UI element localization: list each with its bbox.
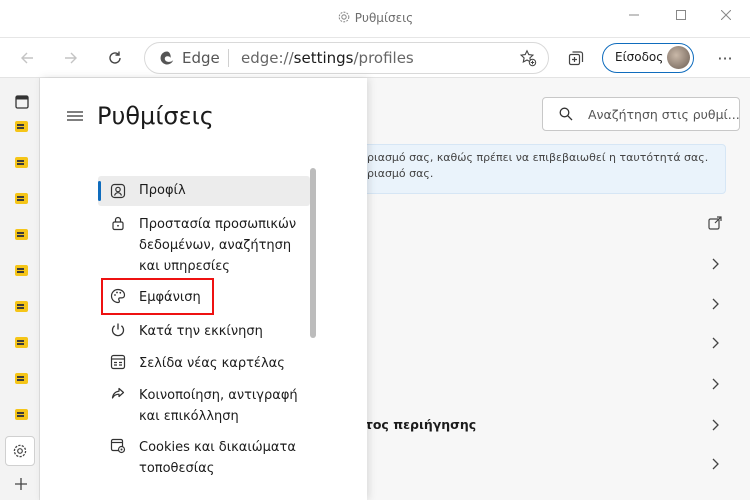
menu-item-label: Cookies και δικαιώματα τοποθεσίας bbox=[139, 440, 296, 476]
chevron-right-icon[interactable] bbox=[708, 457, 722, 471]
add-icon[interactable] bbox=[14, 477, 28, 491]
app-icon[interactable] bbox=[15, 373, 28, 384]
power-icon bbox=[111, 323, 125, 337]
menu-scrollbar[interactable] bbox=[310, 168, 316, 338]
address-bar[interactable]: Edge edge://settings/profiles bbox=[144, 42, 549, 74]
menu-item-label: Κοινοποίηση, αντιγραφή και επικόλληση bbox=[139, 388, 298, 424]
signin-button[interactable]: Είσοδος bbox=[602, 43, 694, 73]
page-title: Ρυθμίσεις bbox=[97, 102, 214, 130]
url-prefix: edge:// bbox=[241, 49, 294, 67]
sidebar-strip bbox=[0, 78, 40, 500]
selected-indicator bbox=[98, 181, 101, 201]
menu-item-share-copy-paste[interactable]: Κοινοποίηση, αντιγραφή και επικόλληση bbox=[98, 382, 310, 428]
refresh-icon bbox=[109, 51, 121, 64]
close-icon bbox=[721, 10, 731, 20]
signin-label: Είσοδος bbox=[615, 50, 664, 64]
menu-item-profile[interactable]: Προφίλ bbox=[98, 176, 310, 206]
chevron-right-icon[interactable] bbox=[708, 377, 722, 391]
back-button[interactable] bbox=[12, 43, 42, 73]
address-divider bbox=[228, 49, 229, 67]
address-brand: Edge bbox=[182, 49, 220, 67]
lock-icon bbox=[112, 216, 124, 231]
tab-actions-icon[interactable] bbox=[15, 95, 29, 109]
cookies-icon bbox=[110, 438, 126, 454]
refresh-button[interactable] bbox=[100, 43, 130, 73]
settings-search-input[interactable]: Αναζήτηση στις ρυθμί... bbox=[542, 97, 740, 131]
external-link-icon[interactable] bbox=[708, 216, 722, 230]
app-icon[interactable] bbox=[15, 409, 28, 420]
menu-item-new-tab-page[interactable]: Σελίδα νέας καρτέλας bbox=[98, 350, 310, 376]
address-url: edge://settings/profiles bbox=[241, 49, 414, 67]
browser-toolbar: Edge edge://settings/profiles Είσοδος ··… bbox=[0, 38, 750, 78]
sidebar-settings-button[interactable] bbox=[5, 436, 35, 466]
add-favorite-icon[interactable] bbox=[519, 49, 537, 67]
app-icon[interactable] bbox=[15, 301, 28, 312]
close-button[interactable] bbox=[712, 4, 740, 26]
menu-item-cookies[interactable]: Cookies και δικαιώματα τοποθεσίας bbox=[98, 434, 310, 480]
app-icon[interactable] bbox=[15, 121, 28, 132]
section-heading: ιτος περιήγησης bbox=[360, 417, 477, 432]
chevron-right-icon[interactable] bbox=[708, 257, 722, 271]
app-icon[interactable] bbox=[15, 229, 28, 240]
search-placeholder: Αναζήτηση στις ρυθμί... bbox=[588, 107, 740, 122]
maximize-button[interactable] bbox=[667, 4, 695, 26]
menu-item-label: Σελίδα νέας καρτέλας bbox=[139, 356, 285, 371]
maximize-icon bbox=[676, 10, 686, 20]
menu-item-startup[interactable]: Κατά την εκκίνηση bbox=[98, 318, 310, 344]
highlight-box bbox=[101, 278, 214, 315]
chevron-right-icon[interactable] bbox=[708, 418, 722, 432]
chevron-right-icon[interactable] bbox=[708, 336, 722, 350]
minimize-button[interactable] bbox=[620, 4, 648, 26]
new-tab-page-icon bbox=[110, 354, 126, 370]
forward-arrow-icon bbox=[65, 52, 77, 64]
avatar bbox=[667, 46, 690, 69]
collections-icon bbox=[568, 51, 584, 66]
minimize-icon bbox=[629, 14, 639, 16]
app-icon[interactable] bbox=[15, 265, 28, 276]
menu-item-label: Προφίλ bbox=[139, 183, 186, 198]
gear-icon bbox=[338, 11, 350, 23]
url-main: settings bbox=[293, 49, 354, 67]
hamburger-menu-icon[interactable] bbox=[67, 111, 83, 121]
menu-item-label: Κατά την εκκίνηση bbox=[139, 324, 263, 339]
title-bar: Ρυθμίσεις bbox=[0, 0, 750, 38]
search-icon bbox=[559, 107, 573, 121]
more-icon: ··· bbox=[717, 48, 733, 68]
profile-icon bbox=[110, 183, 126, 199]
window-title-text: Ρυθμίσεις bbox=[354, 11, 414, 25]
info-banner: ριασμό σας, καθώς πρέπει να επιβεβαιωθεί… bbox=[358, 144, 726, 194]
info-line: ριασμό σας, καθώς πρέπει να επιβεβαιωθεί… bbox=[367, 151, 709, 164]
app-icon[interactable] bbox=[15, 337, 28, 348]
back-arrow-icon bbox=[21, 52, 33, 64]
share-icon bbox=[111, 387, 125, 399]
edge-logo-icon bbox=[160, 51, 174, 65]
info-line: ριασμό σας. bbox=[367, 167, 434, 180]
app-icon[interactable] bbox=[15, 193, 28, 204]
url-suffix: /profiles bbox=[353, 49, 414, 67]
menu-item-label: Προστασία προσωπικών δεδομένων, αναζήτησ… bbox=[139, 217, 297, 274]
gear-icon bbox=[13, 444, 27, 458]
forward-button[interactable] bbox=[56, 43, 86, 73]
collections-button[interactable] bbox=[561, 43, 591, 73]
chevron-right-icon[interactable] bbox=[708, 297, 722, 311]
app-icon[interactable] bbox=[15, 157, 28, 168]
more-options-button[interactable]: ··· bbox=[710, 43, 740, 73]
menu-item-privacy[interactable]: Προστασία προσωπικών δεδομένων, αναζήτησ… bbox=[98, 211, 310, 277]
